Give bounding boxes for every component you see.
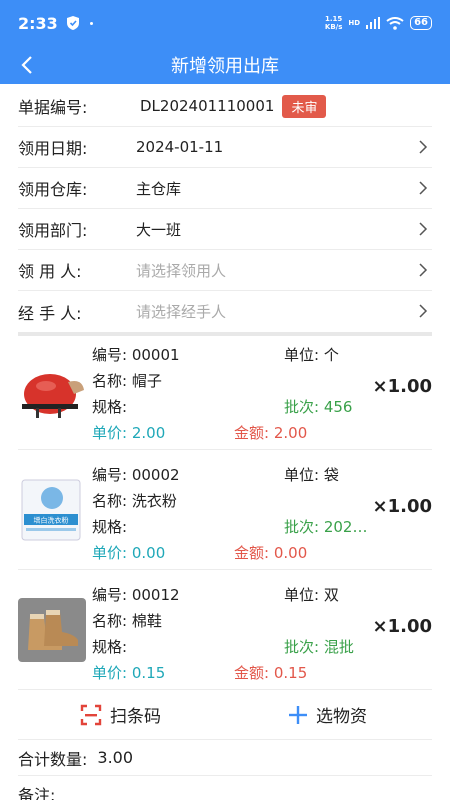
page-title: 新增领用出库	[171, 56, 279, 77]
item-code: 编号: 00001	[92, 346, 180, 364]
receiver-row[interactable]: 领 用 人: 请选择领用人	[18, 250, 432, 291]
date-value: 2024-01-11	[136, 138, 224, 156]
summary: 合计数量: 3.00 备注:	[18, 740, 432, 800]
item-quantity[interactable]: ×1.00	[373, 376, 433, 397]
doc-number-value: DL202401110001	[140, 97, 275, 115]
item-batch: 批次: 456	[284, 398, 353, 416]
pack-label: 增白洗衣粉	[34, 516, 69, 525]
plus-icon	[289, 705, 307, 724]
status-badge: 未审	[282, 94, 327, 118]
item-name: 名称: 洗衣粉	[92, 492, 177, 510]
date-row[interactable]: 领用日期: 2024-01-11	[18, 127, 432, 168]
doc-number-label: 单据编号:	[18, 98, 88, 117]
chevron-right-icon	[419, 181, 428, 195]
item-quantity[interactable]: ×1.00	[373, 616, 433, 637]
item-quantity[interactable]: ×1.00	[373, 496, 433, 517]
item-spec: 规格:	[92, 398, 128, 416]
detergent-icon: 增白洗衣粉	[21, 479, 81, 541]
doc-number-row: 单据编号: DL202401110001 未审	[18, 86, 432, 127]
total-quantity-row: 合计数量: 3.00	[18, 740, 432, 776]
item-code: 编号: 00012	[92, 586, 180, 604]
select-material-button[interactable]: 选物资	[288, 702, 367, 727]
remark-row[interactable]: 备注:	[18, 776, 432, 800]
scan-barcode-button[interactable]: 扫条码	[80, 702, 161, 727]
scan-barcode-label: 扫条码	[110, 707, 161, 727]
battery-icon: 66	[410, 16, 432, 30]
item-name: 名称: 棉鞋	[92, 612, 162, 630]
shield-icon	[66, 16, 79, 30]
list-item[interactable]: 编号: 00012 单位: 双 名称: 棉鞋 规格: 批次: 混批 单价: 0.…	[18, 570, 432, 690]
department-row[interactable]: 领用部门: 大一班	[18, 209, 432, 250]
nav-bar: 新增领用出库	[0, 46, 450, 84]
warehouse-row[interactable]: 领用仓库: 主仓库	[18, 168, 432, 209]
hd-indicator: HD	[348, 19, 361, 27]
item-spec: 规格:	[92, 518, 128, 536]
select-material-label: 选物资	[316, 707, 367, 727]
form: 单据编号: DL202401110001 未审 领用日期: 2024-01-11…	[18, 86, 432, 336]
status-bar: 2:33 1.15 KB/s HD 66	[0, 0, 450, 46]
item-unit: 单位: 袋	[284, 466, 339, 484]
list-item[interactable]: 编号: 00001 单位: 个 名称: 帽子 规格: 批次: 456 单价: 2…	[18, 330, 432, 450]
receiver-placeholder: 请选择领用人	[136, 261, 227, 280]
item-unit: 单位: 双	[284, 586, 339, 604]
chevron-right-icon	[419, 222, 428, 236]
warehouse-value: 主仓库	[136, 179, 182, 198]
receiver-label: 领 用 人:	[18, 262, 82, 281]
action-bar: 扫条码 选物资	[18, 690, 432, 740]
notification-dot-icon	[89, 21, 93, 25]
item-spec: 规格:	[92, 638, 128, 656]
chevron-right-icon	[419, 304, 428, 318]
item-price: 单价: 0.00	[92, 544, 166, 562]
item-batch: 批次: 202…	[284, 518, 368, 536]
signal-icon	[366, 17, 381, 29]
handler-placeholder: 请选择经手人	[136, 303, 227, 321]
handler-row[interactable]: 经 手 人: 请选择经手人	[18, 291, 432, 332]
item-code: 编号: 00002	[92, 466, 180, 484]
chevron-left-icon	[21, 56, 32, 74]
item-amount: 金额: 0.15	[234, 664, 308, 682]
item-price: 单价: 2.00	[92, 424, 166, 442]
list-item[interactable]: 增白洗衣粉 编号: 00002 单位: 袋 名称: 洗衣粉 规格: 批次: 20…	[18, 450, 432, 570]
network-speed: 1.15 KB/s	[324, 15, 343, 31]
chevron-right-icon	[419, 140, 428, 154]
item-price: 单价: 0.15	[92, 664, 166, 682]
chevron-right-icon	[419, 263, 428, 277]
total-quantity-value: 3.00	[97, 748, 134, 767]
status-time: 2:33	[18, 13, 58, 33]
warehouse-label: 领用仓库:	[18, 180, 88, 199]
handler-label: 经 手 人:	[18, 303, 82, 323]
item-list: 编号: 00001 单位: 个 名称: 帽子 规格: 批次: 456 单价: 2…	[18, 330, 432, 690]
department-value: 大一班	[136, 220, 182, 239]
item-batch: 批次: 混批	[284, 638, 354, 656]
total-quantity-label: 合计数量:	[18, 749, 88, 769]
date-label: 领用日期:	[18, 139, 88, 158]
scan-icon	[80, 704, 102, 725]
back-button[interactable]	[14, 52, 40, 78]
item-unit: 单位: 个	[284, 346, 339, 364]
department-label: 领用部门:	[18, 221, 88, 240]
item-amount: 金额: 2.00	[234, 424, 308, 442]
item-name: 名称: 帽子	[92, 372, 162, 390]
boots-icon	[18, 598, 86, 662]
remark-label: 备注:	[18, 786, 56, 800]
item-amount: 金额: 0.00	[234, 544, 308, 562]
wifi-icon	[386, 16, 404, 30]
helmet-icon	[22, 374, 84, 418]
